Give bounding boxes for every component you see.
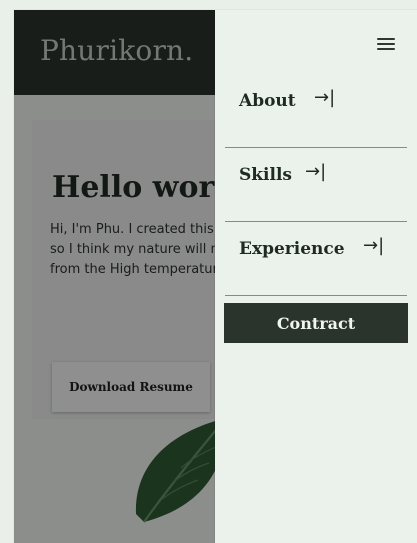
menu-line-icon bbox=[377, 43, 395, 45]
arrow-right-bar-icon: →| bbox=[363, 235, 385, 256]
arrow-right-bar-icon: →| bbox=[305, 161, 327, 182]
contract-button[interactable]: Contract bbox=[224, 303, 408, 343]
nav-divider bbox=[225, 295, 407, 296]
nav-item-about[interactable]: About →| bbox=[215, 74, 417, 148]
menu-line-icon bbox=[377, 38, 395, 40]
arrow-right-bar-icon: →| bbox=[314, 87, 336, 108]
hamburger-menu-icon[interactable] bbox=[377, 36, 395, 52]
nav-item-label: Experience bbox=[239, 239, 345, 259]
nav-item-experience[interactable]: Experience →| bbox=[215, 222, 417, 296]
menu-line-icon bbox=[377, 48, 395, 50]
nav-item-label: Skills bbox=[239, 165, 293, 185]
app-viewport: Phurikorn. Hello world Hi, I'm Phu. I cr… bbox=[14, 10, 417, 543]
navigation-drawer: About →| Skills →| Experience →| Contrac… bbox=[215, 10, 417, 543]
nav-item-label: About bbox=[239, 91, 296, 111]
drawer-nav: About →| Skills →| Experience →| bbox=[215, 74, 417, 296]
nav-item-skills[interactable]: Skills →| bbox=[215, 148, 417, 222]
